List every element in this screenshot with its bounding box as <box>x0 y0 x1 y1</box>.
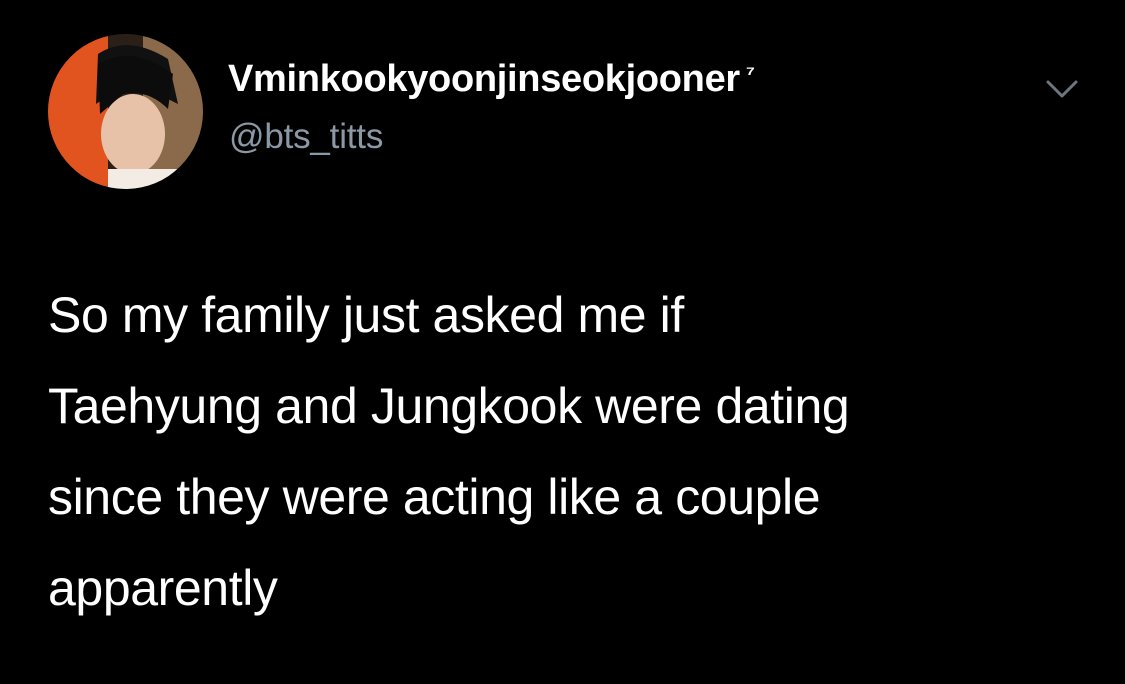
tweet-text-line: since they were acting like a couple <box>48 469 821 525</box>
avatar-image <box>48 34 203 189</box>
tweet-card: Vminkookyoonjinseokjooner ⁷ @bts_titts So… <box>0 0 1125 684</box>
chevron-down-icon[interactable] <box>1042 74 1082 104</box>
author-display-name[interactable]: Vminkookyoonjinseokjooner <box>228 58 740 100</box>
tweet-text-line: Taehyung and Jungkook were dating <box>48 378 850 434</box>
author-handle[interactable]: @bts_titts <box>229 117 383 157</box>
tweet-text: So my family just asked me if Taehyung a… <box>48 270 1088 634</box>
author-name-suffix: ⁷ <box>745 60 755 86</box>
avatar[interactable] <box>48 34 203 189</box>
tweet-text-line: So my family just asked me if <box>48 287 684 343</box>
author-name-row: Vminkookyoonjinseokjooner ⁷ <box>228 58 755 108</box>
tweet-text-line: apparently <box>48 560 278 616</box>
